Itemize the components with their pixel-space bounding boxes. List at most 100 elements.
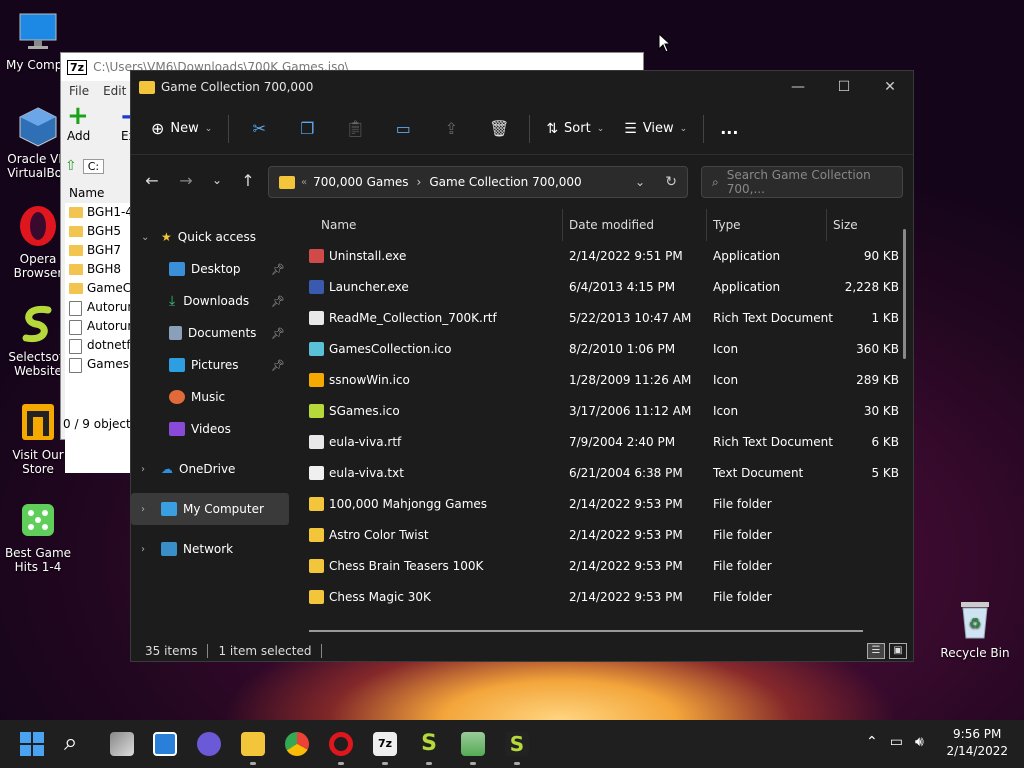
sidebar-item-onedrive[interactable]: › ☁ OneDrive: [131, 453, 289, 485]
column-header-date[interactable]: Date modified: [563, 209, 707, 241]
selectsoft-taskbar-icon[interactable]: S: [417, 732, 441, 756]
table-row[interactable]: eula-viva.txt 6/21/2004 6:38 PM Text Docum…: [299, 458, 911, 489]
chevron-down-icon[interactable]: ⌄: [635, 175, 645, 189]
column-header-type[interactable]: Type: [707, 209, 827, 241]
sidebar-item-desktop[interactable]: Desktop 📌︎: [131, 253, 289, 285]
chevron-right-icon[interactable]: ›: [141, 464, 145, 475]
details-view-icon[interactable]: ☰: [867, 643, 885, 659]
chrome-icon[interactable]: [285, 732, 309, 756]
address-bar[interactable]: « 700,000 Games › Game Collection 700,00…: [268, 166, 688, 198]
sidebar-item-documents[interactable]: Documents 📌︎: [131, 317, 289, 349]
sidebar-item-videos[interactable]: Videos: [131, 413, 289, 445]
table-row[interactable]: 100,000 Mahjongg Games 2/14/2022 9:53 PM F…: [299, 489, 911, 520]
folder-icon: [139, 80, 155, 94]
list-item[interactable]: Autorun: [65, 317, 135, 336]
desktop-icon-best-game[interactable]: Best Game Hits 1-4: [0, 498, 76, 574]
sort-button[interactable]: ⇅ Sort ⌄: [536, 112, 614, 146]
7zip-column-name[interactable]: Name: [69, 186, 104, 200]
clock[interactable]: 9:56 PM 2/14/2022: [946, 726, 1008, 760]
pin-icon[interactable]: 📌︎: [271, 295, 285, 308]
list-item[interactable]: BGH1-4: [65, 203, 135, 222]
column-header-size[interactable]: Size: [827, 209, 899, 241]
sidebar-item-downloads[interactable]: ⤓ Downloads 📌︎: [131, 285, 289, 317]
chevron-down-icon[interactable]: ⌄: [141, 232, 149, 243]
7zip-add-button[interactable]: + Add: [67, 103, 111, 149]
pin-icon[interactable]: 📌︎: [271, 263, 285, 276]
recent-locations-button[interactable]: ⌄: [203, 165, 231, 195]
network-status-icon[interactable]: ▭: [890, 734, 903, 750]
7zip-menu-edit[interactable]: Edit: [103, 84, 126, 98]
breadcrumb-current[interactable]: Game Collection 700,000: [429, 175, 581, 189]
close-icon[interactable]: ✕: [867, 71, 913, 103]
delete-button[interactable]: 🗑︎: [475, 112, 523, 146]
up-button[interactable]: ↑: [231, 165, 265, 195]
pin-icon[interactable]: 📌︎: [271, 359, 285, 372]
sidebar-item-quick-access[interactable]: ⌄ ★ Quick access: [131, 221, 289, 253]
search-box[interactable]: ⌕ Search Game Collection 700,...: [701, 166, 903, 198]
tiles-view-icon[interactable]: ▣: [889, 643, 907, 659]
table-row[interactable]: ssnowWin.ico 1/28/2009 11:26 AM Icon 289 KB: [299, 365, 911, 396]
explorer-window[interactable]: Game Collection 700,000 — ☐ ✕ ⊕ New ⌄ ✂ …: [130, 70, 914, 662]
table-row[interactable]: Launcher.exe 6/4/2013 4:15 PM Application 2…: [299, 272, 911, 303]
installer-taskbar-icon[interactable]: [461, 732, 485, 756]
window-title: Game Collection 700,000: [161, 80, 314, 94]
7zip-taskbar-icon[interactable]: 7z: [373, 732, 397, 756]
minimize-icon[interactable]: —: [775, 71, 821, 103]
start-button[interactable]: [20, 732, 44, 756]
selectsoft-games-taskbar-icon[interactable]: S: [505, 732, 529, 756]
list-item[interactable]: BGH7: [65, 241, 135, 260]
desktop-icon-recycle-bin[interactable]: ♻ Recycle Bin: [936, 598, 1014, 660]
table-row[interactable]: Chess Brain Teasers 100K 2/14/2022 9:53 P…: [299, 551, 911, 582]
view-button[interactable]: ☰ View ⌄: [614, 112, 697, 146]
table-row[interactable]: SGames.ico 3/17/2006 11:12 AM Icon 30 KB: [299, 396, 911, 427]
table-row[interactable]: Chess Magic 30K 2/14/2022 9:53 PM File fol…: [299, 582, 911, 613]
rename-button[interactable]: ▭: [379, 112, 427, 146]
search-taskbar-button[interactable]: ⌕: [64, 728, 77, 756]
forward-button[interactable]: →: [169, 165, 203, 195]
copy-button[interactable]: ❐: [283, 112, 331, 146]
back-button[interactable]: ←: [135, 165, 169, 195]
more-options-button[interactable]: ...: [710, 112, 748, 146]
cut-button[interactable]: ✂: [235, 112, 283, 146]
share-button[interactable]: ⇪: [427, 112, 475, 146]
list-item[interactable]: BGH5: [65, 222, 135, 241]
7zip-menu-file[interactable]: File: [69, 84, 89, 98]
table-row[interactable]: eula-viva.rtf 7/9/2004 2:40 PM Rich Text D…: [299, 427, 911, 458]
7zip-path-bar[interactable]: ⇧ C:: [65, 155, 105, 177]
column-header-name[interactable]: Name: [315, 209, 563, 241]
widgets-icon[interactable]: [153, 732, 177, 756]
sidebar-item-my-computer[interactable]: › My Computer: [131, 493, 289, 525]
table-row[interactable]: Uninstall.exe 2/14/2022 9:51 PM Applicatio…: [299, 241, 911, 272]
sidebar-item-pictures[interactable]: Pictures 📌︎: [131, 349, 289, 381]
volume-icon[interactable]: 🔊︎: [915, 734, 924, 750]
explorer-titlebar[interactable]: Game Collection 700,000 — ☐ ✕: [131, 71, 913, 103]
sidebar-item-music[interactable]: Music: [131, 381, 289, 413]
chat-icon[interactable]: [197, 732, 221, 756]
task-view-icon[interactable]: [110, 732, 134, 756]
opera-icon: [20, 206, 56, 246]
list-item[interactable]: dotnetfx: [65, 336, 135, 355]
refresh-icon[interactable]: ↻: [665, 174, 677, 190]
new-button[interactable]: ⊕ New ⌄: [141, 112, 222, 146]
chevron-right-icon[interactable]: ›: [141, 504, 145, 515]
sidebar-item-network[interactable]: › Network: [131, 533, 289, 565]
breadcrumb-parent[interactable]: 700,000 Games: [313, 175, 408, 189]
opera-taskbar-icon[interactable]: [329, 732, 353, 756]
paste-button[interactable]: 📋︎: [331, 112, 379, 146]
up-arrow-icon[interactable]: ⇧: [65, 158, 77, 174]
horizontal-scrollbar[interactable]: [309, 630, 863, 632]
list-item[interactable]: GamesC: [65, 355, 135, 374]
chevron-up-icon[interactable]: ⌃: [866, 734, 878, 750]
maximize-icon[interactable]: ☐: [821, 71, 867, 103]
list-item[interactable]: BGH8: [65, 260, 135, 279]
list-item[interactable]: GameCo: [65, 279, 135, 298]
vertical-scrollbar[interactable]: [903, 229, 906, 359]
overflow-chevron-icon[interactable]: «: [301, 177, 307, 188]
table-row[interactable]: ReadMe_Collection_700K.rtf 5/22/2013 10:4…: [299, 303, 911, 334]
list-item[interactable]: Autorun: [65, 298, 135, 317]
chevron-right-icon[interactable]: ›: [141, 544, 145, 555]
pin-icon[interactable]: 📌︎: [271, 327, 285, 340]
table-row[interactable]: GamesCollection.ico 8/2/2010 1:06 PM Icon 3…: [299, 334, 911, 365]
table-row[interactable]: Astro Color Twist 2/14/2022 9:53 PM File f…: [299, 520, 911, 551]
file-explorer-icon[interactable]: [241, 732, 265, 756]
